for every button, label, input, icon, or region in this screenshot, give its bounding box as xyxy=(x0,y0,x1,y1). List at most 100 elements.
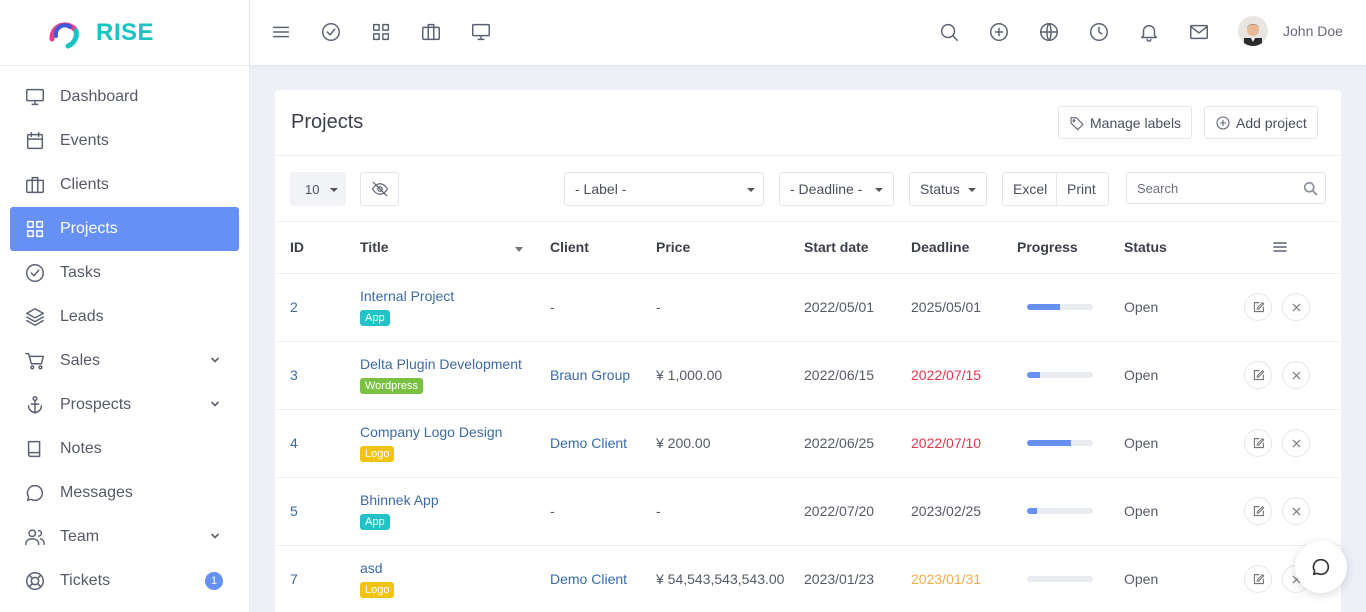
print-button[interactable]: Print xyxy=(1056,172,1109,206)
plus-circle-icon[interactable] xyxy=(988,21,1010,43)
search-input[interactable] xyxy=(1127,173,1297,203)
page-size-select[interactable]: 10 xyxy=(290,172,346,206)
sidebar-item-dashboard[interactable]: Dashboard xyxy=(10,75,239,119)
sidebar-item-leads[interactable]: Leads xyxy=(10,295,239,339)
project-start-date: 2022/06/25 xyxy=(789,409,896,478)
column-header-price[interactable]: Price xyxy=(641,222,789,274)
sidebar-item-prospects[interactable]: Prospects xyxy=(10,383,239,427)
column-visibility-button[interactable] xyxy=(360,172,399,206)
sidebar-item-projects[interactable]: Projects xyxy=(10,207,239,251)
project-title-link[interactable]: Internal Project xyxy=(360,288,535,304)
project-id[interactable]: 4 xyxy=(275,409,345,478)
search-icon[interactable] xyxy=(1301,179,1319,197)
sidebar-item-events[interactable]: Events xyxy=(10,119,239,163)
column-header-progress[interactable]: Progress xyxy=(1002,222,1109,274)
delete-button[interactable] xyxy=(1282,429,1310,457)
sidebar-item-team[interactable]: Team xyxy=(10,515,239,559)
project-id[interactable]: 7 xyxy=(275,545,345,612)
sidebar-item-clients[interactable]: Clients xyxy=(10,163,239,207)
project-progress-cell xyxy=(1002,545,1109,612)
status-filter-select[interactable]: Status xyxy=(909,172,987,206)
sidebar-item-messages[interactable]: Messages xyxy=(10,471,239,515)
column-header-options[interactable] xyxy=(1217,222,1341,274)
anchor-icon xyxy=(27,396,43,414)
sidebar: RISE Dashboard Events Clients Projects T… xyxy=(0,0,250,612)
table-row: 5 Bhinnek App App - -2022/07/20 2023/02/25 Ope… xyxy=(275,477,1341,546)
column-header-deadline[interactable]: Deadline xyxy=(896,222,1002,274)
sidebar-item-tasks[interactable]: Tasks xyxy=(10,251,239,295)
column-header-id[interactable]: ID xyxy=(275,222,345,274)
search-box xyxy=(1126,172,1326,204)
manage-labels-label: Manage labels xyxy=(1090,114,1182,131)
project-title-link[interactable]: Bhinnek App xyxy=(360,492,535,508)
logo[interactable]: RISE xyxy=(0,0,249,66)
progress-bar xyxy=(1027,440,1093,446)
project-title-cell: Bhinnek App App xyxy=(345,477,535,546)
close-icon xyxy=(1292,507,1300,515)
project-id[interactable]: 2 xyxy=(275,273,345,342)
column-header-client[interactable]: Client xyxy=(535,222,641,274)
plus-circle-icon xyxy=(1216,115,1230,130)
column-header-title[interactable]: Title xyxy=(345,222,535,274)
chat-button[interactable] xyxy=(1295,541,1347,593)
manage-labels-button[interactable]: Manage labels xyxy=(1058,106,1193,139)
project-client[interactable]: Demo Client xyxy=(535,545,641,612)
delete-button[interactable] xyxy=(1282,497,1310,525)
label-filter-select[interactable]: - Label - xyxy=(564,172,764,206)
menu-icon[interactable] xyxy=(270,21,292,43)
sidebar-item-sales[interactable]: Sales xyxy=(10,339,239,383)
grid-icon[interactable] xyxy=(370,21,392,43)
globe-icon[interactable] xyxy=(1038,21,1060,43)
monitor-icon[interactable] xyxy=(470,21,492,43)
add-project-button[interactable]: Add project xyxy=(1204,106,1318,139)
progress-bar xyxy=(1027,372,1093,378)
project-deadline: 2023/02/25 xyxy=(896,477,1002,546)
rise-logo-icon xyxy=(49,21,79,48)
project-title-link[interactable]: asd xyxy=(360,560,535,576)
avatar xyxy=(1238,16,1268,46)
progress-fill xyxy=(1027,440,1072,446)
mail-icon[interactable] xyxy=(1188,21,1210,43)
sidebar-item-label: Notes xyxy=(60,440,102,457)
edit-button[interactable] xyxy=(1244,565,1272,593)
briefcase-icon[interactable] xyxy=(420,21,442,43)
edit-button[interactable] xyxy=(1244,497,1272,525)
project-label-badge: App xyxy=(360,514,390,530)
deadline-filter-select[interactable]: - Deadline - xyxy=(779,172,894,206)
project-start-date: 2022/06/15 xyxy=(789,341,896,410)
project-title-cell: Company Logo Design Logo xyxy=(345,409,535,478)
project-price: ¥ 1,000.00 xyxy=(641,341,789,410)
page-size-value: 10 xyxy=(305,181,320,197)
project-id[interactable]: 3 xyxy=(275,341,345,410)
bell-icon[interactable] xyxy=(1138,21,1160,43)
delete-button[interactable] xyxy=(1282,293,1310,321)
monitor-icon xyxy=(26,88,44,106)
project-id[interactable]: 5 xyxy=(275,477,345,546)
check-circle-icon[interactable] xyxy=(320,21,342,43)
search-icon[interactable] xyxy=(938,21,960,43)
card-header: Projects Manage labels Add project xyxy=(275,90,1341,156)
project-title-link[interactable]: Delta Plugin Development xyxy=(360,356,535,372)
column-header-start-date[interactable]: Start date xyxy=(789,222,896,274)
user-menu[interactable]: John Doe xyxy=(1238,16,1343,46)
excel-button[interactable]: Excel xyxy=(1002,172,1057,206)
project-title-cell: Delta Plugin Development Wordpress xyxy=(345,341,535,410)
edit-button[interactable] xyxy=(1244,429,1272,457)
project-deadline: 2022/07/15 xyxy=(896,341,1002,410)
project-title-link[interactable]: Company Logo Design xyxy=(360,424,535,440)
edit-button[interactable] xyxy=(1244,361,1272,389)
sidebar-item-tickets[interactable]: Tickets 1 xyxy=(10,559,239,603)
edit-icon xyxy=(1253,573,1264,584)
chat-icon xyxy=(26,484,43,502)
project-client[interactable]: Demo Client xyxy=(535,409,641,478)
delete-button[interactable] xyxy=(1282,361,1310,389)
project-status: Open xyxy=(1109,273,1217,342)
label-filter-value: - Label - xyxy=(575,181,627,197)
close-icon xyxy=(1292,439,1300,447)
sidebar-item-notes[interactable]: Notes xyxy=(10,427,239,471)
project-label-badge: App xyxy=(360,310,390,326)
edit-button[interactable] xyxy=(1244,293,1272,321)
project-client[interactable]: Braun Group xyxy=(535,341,641,410)
clock-icon[interactable] xyxy=(1088,21,1110,43)
column-header-status[interactable]: Status xyxy=(1109,222,1217,274)
